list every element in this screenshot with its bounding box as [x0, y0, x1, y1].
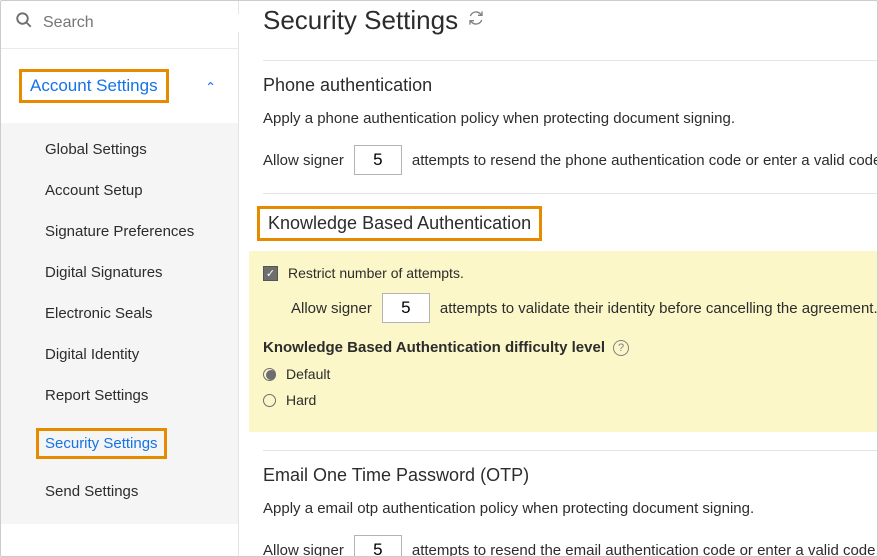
refresh-icon[interactable]	[468, 10, 484, 31]
kba-radio-hard-label: Hard	[286, 392, 316, 408]
phone-attempts-prefix: Allow signer	[263, 152, 344, 169]
sidebar-item-signature-preferences[interactable]: Signature Preferences	[1, 211, 238, 252]
chevron-up-icon: ⌄	[205, 78, 216, 94]
kba-restrict-checkbox[interactable]: ✓	[263, 266, 278, 281]
kba-radio-hard-row: Hard	[263, 392, 877, 408]
page-title-row: Security Settings	[263, 5, 877, 36]
search-input[interactable]	[43, 14, 250, 32]
page-title: Security Settings	[263, 5, 458, 36]
search-icon	[15, 11, 33, 34]
kba-attempts-input[interactable]	[382, 293, 430, 323]
section-title-kba: Knowledge Based Authentication	[257, 206, 542, 241]
sidebar-item-send-settings[interactable]: Send Settings	[1, 471, 238, 512]
sidebar-item-digital-signatures[interactable]: Digital Signatures	[1, 252, 238, 293]
section-otp: Email One Time Password (OTP) Apply a em…	[263, 450, 877, 556]
help-icon[interactable]: ?	[613, 340, 629, 356]
phone-attempts-suffix: attempts to resend the phone authenticat…	[412, 152, 877, 169]
search-row	[1, 1, 238, 49]
kba-difficulty-title-row: Knowledge Based Authentication difficult…	[263, 339, 877, 356]
sidebar-header-account-settings[interactable]: Account Settings ⌄	[9, 59, 230, 113]
sidebar-subnav: Global Settings Account Setup Signature …	[1, 123, 238, 524]
kba-difficulty-title: Knowledge Based Authentication difficult…	[263, 339, 605, 356]
kba-radio-default-row: Default	[263, 366, 877, 382]
otp-attempts-input[interactable]	[354, 535, 402, 556]
sidebar-item-electronic-seals[interactable]: Electronic Seals	[1, 293, 238, 334]
kba-radio-default-label: Default	[286, 366, 330, 382]
sidebar-item-report-settings[interactable]: Report Settings	[1, 375, 238, 416]
kba-restrict-row: ✓ Restrict number of attempts.	[263, 265, 877, 281]
main-content: Security Settings Phone authentication A…	[239, 1, 877, 556]
section-kba: Knowledge Based Authentication ✓ Restric…	[263, 193, 877, 450]
sidebar-item-account-setup[interactable]: Account Setup	[1, 170, 238, 211]
kba-radio-hard[interactable]	[263, 394, 276, 407]
kba-attempts-setting: Allow signer attempts to validate their …	[291, 293, 877, 323]
sidebar-item-global-settings[interactable]: Global Settings	[1, 129, 238, 170]
phone-attempts-setting: Allow signer attempts to resend the phon…	[263, 145, 877, 175]
kba-radio-default[interactable]	[263, 368, 276, 381]
kba-attempts-suffix: attempts to validate their identity befo…	[440, 300, 877, 317]
sidebar-item-security-settings[interactable]: Security Settings	[1, 416, 238, 471]
sidebar-header-label: Account Settings	[19, 69, 169, 103]
section-desc-phone: Apply a phone authentication policy when…	[263, 110, 877, 127]
kba-restrict-label: Restrict number of attempts.	[288, 265, 464, 281]
otp-attempts-prefix: Allow signer	[263, 542, 344, 557]
otp-attempts-setting: Allow signer attempts to resend the emai…	[263, 535, 877, 556]
section-title-otp: Email One Time Password (OTP)	[263, 465, 877, 486]
section-title-phone: Phone authentication	[263, 75, 877, 96]
section-desc-otp: Apply a email otp authentication policy …	[263, 500, 877, 517]
sidebar: Account Settings ⌄ Global Settings Accou…	[1, 1, 239, 556]
phone-attempts-input[interactable]	[354, 145, 402, 175]
sidebar-item-digital-identity[interactable]: Digital Identity	[1, 334, 238, 375]
kba-attempts-prefix: Allow signer	[291, 300, 372, 317]
kba-body: ✓ Restrict number of attempts. Allow sig…	[249, 251, 877, 432]
section-phone-authentication: Phone authentication Apply a phone authe…	[263, 60, 877, 193]
otp-attempts-suffix: attempts to resend the email authenticat…	[412, 542, 876, 557]
